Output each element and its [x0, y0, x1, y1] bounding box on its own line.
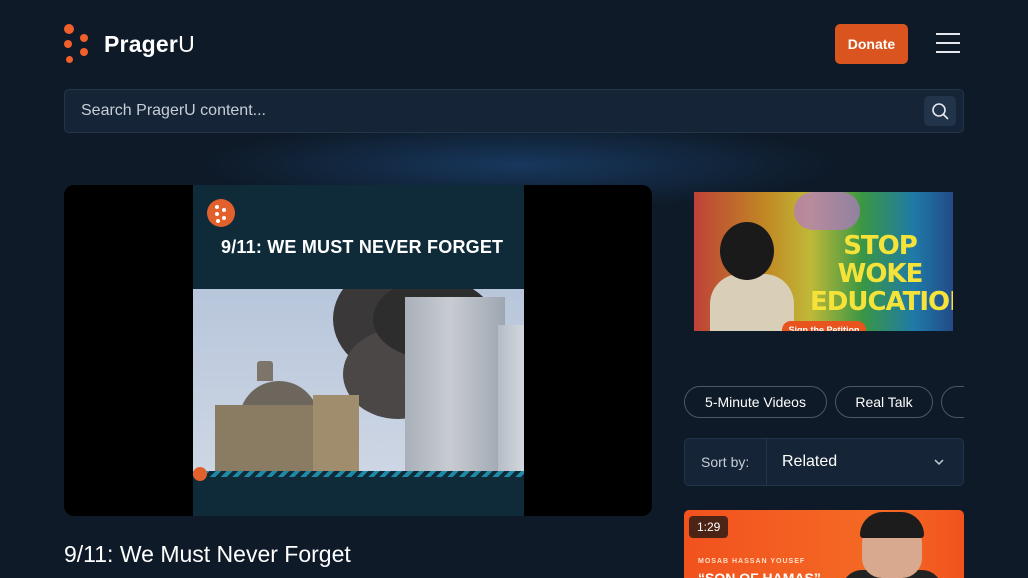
- thumbnail-speaker-name: MOSAB HASSAN YOUSEF: [698, 558, 806, 565]
- category-tabs: 5-Minute Videos Real Talk: [684, 386, 964, 418]
- category-next[interactable]: [941, 386, 964, 418]
- prageru-badge-icon: [207, 199, 235, 227]
- duration-badge: 1:29: [689, 516, 729, 538]
- progress-handle[interactable]: [193, 467, 207, 481]
- donate-button[interactable]: Donate: [835, 24, 908, 64]
- thumbnail-title: “SON OF HAMAS”: [698, 570, 821, 578]
- video-progress-bar[interactable]: [193, 471, 524, 477]
- video-frame: 9/11: WE MUST NEVER FORGET: [193, 185, 524, 516]
- petition-banner[interactable]: STOP WOKE EDUCATION Sign the Petition: [694, 192, 953, 331]
- video-still-image: [193, 289, 524, 473]
- sort-select[interactable]: Sort by: Related: [684, 438, 964, 486]
- prageru-logo[interactable]: PragerU: [64, 24, 195, 64]
- sort-label: Sort by:: [701, 454, 750, 470]
- related-video-thumbnail[interactable]: 1:29 MOSAB HASSAN YOUSEF “SON OF HAMAS”: [684, 510, 964, 578]
- banner-headline: STOP WOKE EDUCATION: [810, 231, 953, 317]
- search-icon: [932, 103, 949, 120]
- sign-petition-button[interactable]: Sign the Petition: [782, 321, 866, 331]
- search-bar: [64, 89, 964, 133]
- site-header: PragerU Donate: [64, 24, 964, 64]
- child-figure: [710, 274, 794, 331]
- fist-graphic: [794, 192, 860, 230]
- sort-value: Related: [782, 453, 838, 470]
- video-title: 9/11: We Must Never Forget: [64, 541, 351, 567]
- category-real-talk[interactable]: Real Talk: [835, 386, 933, 418]
- hamburger-menu-icon[interactable]: [936, 32, 960, 56]
- logo-text: PragerU: [104, 30, 195, 57]
- search-input[interactable]: [81, 90, 911, 132]
- logo-dots-icon: [64, 24, 92, 64]
- search-button[interactable]: [924, 96, 956, 126]
- category-5-minute-videos[interactable]: 5-Minute Videos: [684, 386, 827, 418]
- video-frame-title: 9/11: WE MUST NEVER FORGET: [221, 237, 504, 257]
- chevron-down-icon: [934, 459, 944, 466]
- video-player[interactable]: 9/11: WE MUST NEVER FORGET: [64, 185, 652, 516]
